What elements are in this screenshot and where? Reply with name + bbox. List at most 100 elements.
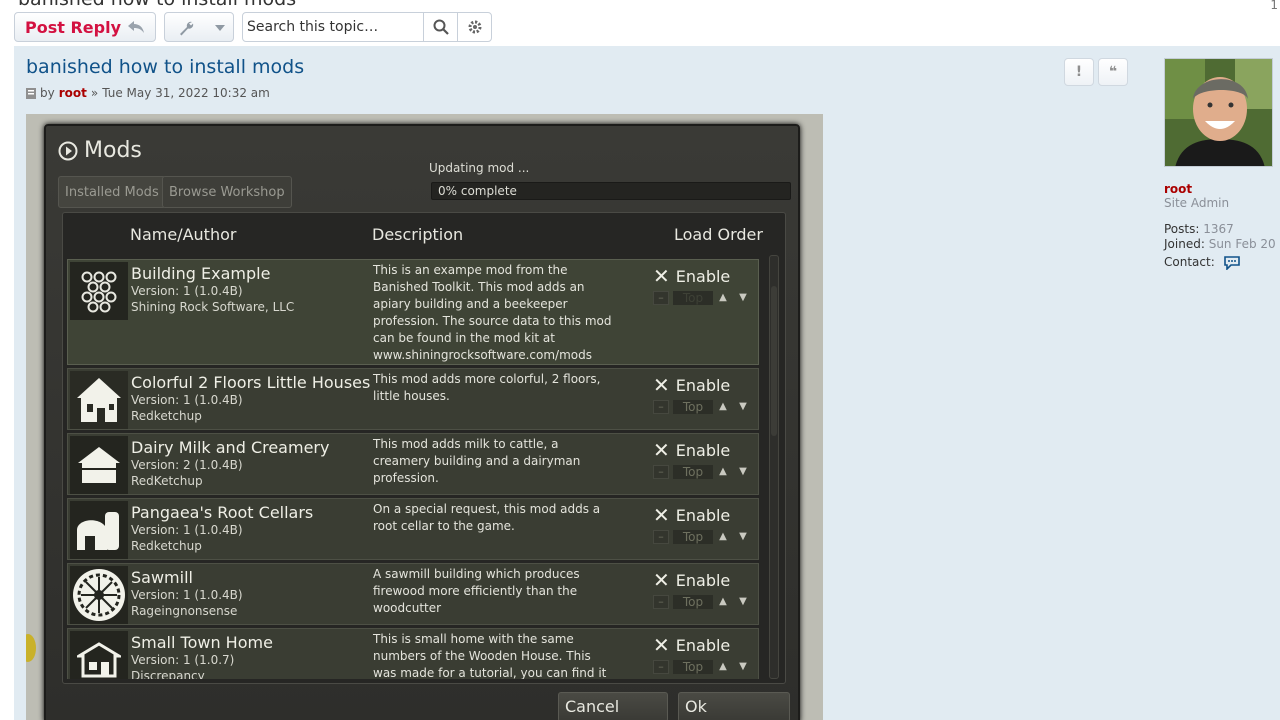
order-down-button[interactable]: ▼ bbox=[733, 465, 753, 479]
mod-row[interactable]: Building Example Version: 1 (1.0.4B) Shi… bbox=[67, 259, 759, 365]
order-top-button[interactable]: Top bbox=[673, 660, 713, 674]
order-top-button[interactable]: Top bbox=[673, 530, 713, 544]
enable-toggle[interactable]: ✕ Enable bbox=[653, 264, 730, 288]
enable-toggle[interactable]: ✕ Enable bbox=[653, 438, 730, 462]
cancel-button[interactable]: Cancel bbox=[558, 692, 668, 720]
avatar[interactable] bbox=[1164, 58, 1273, 167]
report-button[interactable]: ! bbox=[1064, 58, 1094, 86]
profile-joined: Joined: Sun Feb 20 bbox=[1164, 237, 1276, 251]
order-down-button[interactable]: ▼ bbox=[733, 291, 753, 305]
house-icon bbox=[70, 371, 128, 429]
post-container: banished how to install mods by root » T… bbox=[14, 46, 1280, 720]
enable-toggle[interactable]: ✕ Enable bbox=[653, 373, 730, 397]
meta-separator: » bbox=[90, 86, 99, 100]
mod-author: Discrepancy bbox=[131, 669, 205, 679]
order-minus-button[interactable]: – bbox=[653, 660, 669, 674]
honeycomb-icon bbox=[70, 262, 128, 320]
order-top-button[interactable]: Top bbox=[673, 291, 713, 305]
meta-by: by bbox=[40, 86, 55, 100]
page-header: banished how to install mods 1 Post Repl… bbox=[0, 0, 1280, 46]
mod-name: Colorful 2 Floors Little Houses bbox=[131, 373, 371, 392]
mod-row[interactable]: Sawmill Version: 1 (1.0.4B) Rageingnonse… bbox=[67, 563, 759, 625]
mod-name: Pangaea's Root Cellars bbox=[131, 503, 314, 522]
tab-browse-workshop[interactable]: Browse Workshop bbox=[162, 176, 292, 208]
topic-tools-button[interactable] bbox=[164, 12, 234, 42]
mod-description: On a special request, this mod adds a ro… bbox=[373, 502, 601, 533]
search-input[interactable] bbox=[243, 13, 421, 41]
order-minus-button[interactable]: – bbox=[653, 291, 669, 305]
update-progress-text: 0% complete bbox=[438, 184, 517, 198]
load-order-controls: – Top ▲ ▼ bbox=[653, 594, 758, 610]
ok-label: Ok bbox=[685, 697, 707, 716]
play-circle-icon bbox=[58, 141, 78, 160]
mod-version: Version: 2 (1.0.4B) bbox=[131, 458, 243, 472]
mod-description: A sawmill building which produces firewo… bbox=[373, 567, 580, 615]
enable-toggle[interactable]: ✕ Enable bbox=[653, 503, 730, 527]
order-minus-button[interactable]: – bbox=[653, 530, 669, 544]
posts-label: Posts: bbox=[1164, 222, 1200, 236]
update-progress-bar: 0% complete bbox=[431, 182, 791, 200]
order-up-button[interactable]: ▲ bbox=[713, 291, 733, 305]
order-up-button[interactable]: ▲ bbox=[713, 660, 733, 674]
post-reply-button[interactable]: Post Reply bbox=[14, 12, 156, 42]
scrollbar-thumb[interactable] bbox=[771, 286, 777, 436]
mod-version: Version: 1 (1.0.4B) bbox=[131, 393, 243, 407]
mod-author: Redketchup bbox=[131, 539, 202, 553]
order-down-button[interactable]: ▼ bbox=[733, 530, 753, 544]
mod-version: Version: 1 (1.0.4B) bbox=[131, 284, 243, 298]
profile-username[interactable]: root bbox=[1164, 182, 1192, 196]
order-up-button[interactable]: ▲ bbox=[713, 465, 733, 479]
post-title[interactable]: banished how to install mods bbox=[26, 56, 304, 78]
game-screenshot: Mods Installed Mods Browse Workshop Upda… bbox=[26, 114, 823, 720]
chat-bubble-icon[interactable] bbox=[1223, 255, 1241, 271]
mod-row[interactable]: Dairy Milk and Creamery Version: 2 (1.0.… bbox=[67, 433, 759, 495]
order-down-button[interactable]: ▼ bbox=[733, 595, 753, 609]
profile-rank: Site Admin bbox=[1164, 196, 1230, 210]
x-icon: ✕ bbox=[653, 633, 670, 657]
gear-icon bbox=[468, 20, 481, 34]
order-down-button[interactable]: ▼ bbox=[733, 660, 753, 674]
cancel-label: Cancel bbox=[565, 697, 620, 716]
posts-value[interactable]: 1367 bbox=[1203, 222, 1234, 236]
order-up-button[interactable]: ▲ bbox=[713, 595, 733, 609]
load-order-controls: – Top ▲ ▼ bbox=[653, 290, 758, 306]
mod-row[interactable]: Pangaea's Root Cellars Version: 1 (1.0.4… bbox=[67, 498, 759, 560]
order-top-button[interactable]: Top bbox=[673, 465, 713, 479]
mods-title: Mods bbox=[58, 138, 142, 163]
mod-row[interactable]: Small Town Home Version: 1 (1.0.7) Discr… bbox=[67, 628, 759, 679]
profile-posts: Posts: 1367 bbox=[1164, 222, 1234, 236]
meta-author-link[interactable]: root bbox=[59, 86, 87, 100]
mod-author: Redketchup bbox=[131, 409, 202, 423]
enable-toggle[interactable]: ✕ Enable bbox=[653, 633, 730, 657]
order-minus-button[interactable]: – bbox=[653, 465, 669, 479]
order-down-button[interactable]: ▼ bbox=[733, 400, 753, 414]
enable-toggle[interactable]: ✕ Enable bbox=[653, 568, 730, 592]
enable-label: Enable bbox=[675, 505, 731, 525]
order-up-button[interactable]: ▲ bbox=[713, 400, 733, 414]
x-icon: ✕ bbox=[653, 373, 670, 397]
advanced-search-button[interactable] bbox=[457, 13, 491, 41]
search-button[interactable] bbox=[423, 13, 457, 41]
order-top-button[interactable]: Top bbox=[673, 400, 713, 414]
tab-installed-mods[interactable]: Installed Mods bbox=[58, 176, 166, 208]
mod-author: Shining Rock Software, LLC bbox=[131, 300, 295, 314]
col-header-load-order: Load Order bbox=[674, 225, 763, 244]
order-top-button[interactable]: Top bbox=[673, 595, 713, 609]
small-home-icon bbox=[70, 631, 128, 679]
mod-row[interactable]: Colorful 2 Floors Little Houses Version:… bbox=[67, 368, 759, 430]
enable-label: Enable bbox=[675, 266, 731, 286]
quote-icon: ❝ bbox=[1108, 64, 1118, 80]
search-box bbox=[242, 12, 492, 42]
mod-name: Dairy Milk and Creamery bbox=[131, 438, 330, 457]
post-reply-label: Post Reply bbox=[25, 17, 121, 37]
mod-description: This is an exampe mod from the Banished … bbox=[373, 263, 612, 362]
col-header-name: Name/Author bbox=[130, 225, 237, 244]
mods-scrollbar[interactable] bbox=[769, 255, 779, 679]
quote-button[interactable]: ❝ bbox=[1098, 58, 1128, 86]
x-icon: ✕ bbox=[653, 438, 670, 462]
order-minus-button[interactable]: – bbox=[653, 595, 669, 609]
order-minus-button[interactable]: – bbox=[653, 400, 669, 414]
order-up-button[interactable]: ▲ bbox=[713, 530, 733, 544]
ok-button[interactable]: Ok bbox=[678, 692, 790, 720]
mod-version: Version: 1 (1.0.4B) bbox=[131, 523, 243, 537]
